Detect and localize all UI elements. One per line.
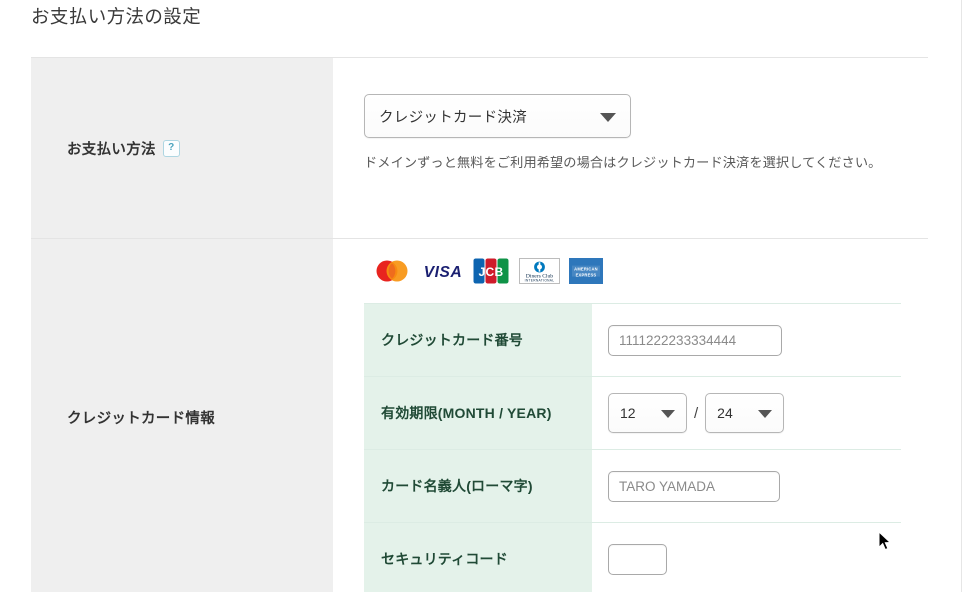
card-holder-label: カード名義人(ローマ字) [364,450,592,522]
svg-text:VISA: VISA [424,264,463,281]
expiry-label: 有効期限(MONTH / YEAR) [364,377,592,449]
mastercard-logo [371,258,413,289]
payment-method-select-value: クレジットカード決済 [379,109,527,126]
security-code-label: セキュリティコード [364,523,592,592]
accepted-card-brands: VISA JCB Diners Club INTERNATIONAL AMERI… [371,257,928,289]
expiry-month-value: 12 [620,405,636,421]
security-code-input[interactable] [608,543,667,575]
american-express-logo: AMERICAN EXPRESS [569,257,603,289]
expiry-year-value: 24 [717,405,733,421]
chevron-down-icon [661,410,675,418]
question-mark-icon[interactable]: ? [162,139,180,157]
payment-method-label: お支払い方法 ? [67,138,180,159]
credit-card-label: クレジットカード情報 [67,410,215,427]
expiry-row: 有効期限(MONTH / YEAR) 12 / 24 [364,377,901,450]
credit-card-label-cell: クレジットカード情報 [31,239,333,592]
expiry-year-select[interactable]: 24 [705,393,785,433]
svg-text:INTERNATIONAL: INTERNATIONAL [525,278,555,282]
payment-method-select[interactable]: クレジットカード決済 [364,94,631,138]
security-code-value-cell [592,523,901,592]
chevron-down-icon [600,113,616,122]
card-holder-row: カード名義人(ローマ字) [364,450,901,523]
payment-method-label-text: お支払い方法 [67,141,156,158]
expiry-value-cell: 12 / 24 [592,377,901,449]
visa-logo: VISA [422,258,464,289]
card-number-row: クレジットカード番号 [364,304,901,377]
payment-method-helper-text: ドメインずっと無料をご利用希望の場合はクレジットカード決済を選択してください。 [364,155,882,170]
svg-text:JCB: JCB [479,265,504,279]
payment-method-label-cell: お支払い方法 ? [31,58,333,238]
card-number-label: クレジットカード番号 [364,304,592,376]
payment-settings-table: お支払い方法 ? クレジットカード決済 ドメインずっと無料をご利用希望の場合はク… [31,57,928,592]
expiry-separator: / [694,404,699,422]
payment-method-value-cell: クレジットカード決済 ドメインずっと無料をご利用希望の場合はクレジットカード決済… [333,58,928,238]
payment-method-row: お支払い方法 ? クレジットカード決済 ドメインずっと無料をご利用希望の場合はク… [31,58,928,238]
expiry-month-select[interactable]: 12 [608,393,687,433]
chevron-down-icon [758,410,773,418]
security-code-row: セキュリティコード [364,523,901,592]
card-number-value-cell [592,304,901,376]
diners-club-logo: Diners Club INTERNATIONAL [519,257,560,289]
svg-text:EXPRESS: EXPRESS [576,272,597,277]
credit-card-info-row: クレジットカード情報 VISA JCB Diners Club INTERNAT… [31,238,928,592]
credit-card-fields-table: クレジットカード番号 有効期限(MONTH / YEAR) 12 / [364,303,901,592]
page-title: お支払い方法の設定 [31,6,202,27]
card-holder-input[interactable] [608,470,780,502]
card-holder-value-cell [592,450,901,522]
credit-card-value-cell: VISA JCB Diners Club INTERNATIONAL AMERI… [333,239,928,592]
card-number-input[interactable] [608,324,782,356]
svg-text:AMERICAN: AMERICAN [574,266,598,271]
jcb-logo: JCB [473,258,510,289]
page-root: お支払い方法の設定 お支払い方法 ? クレジットカード決済 ドメインずっと無料を… [0,0,962,592]
